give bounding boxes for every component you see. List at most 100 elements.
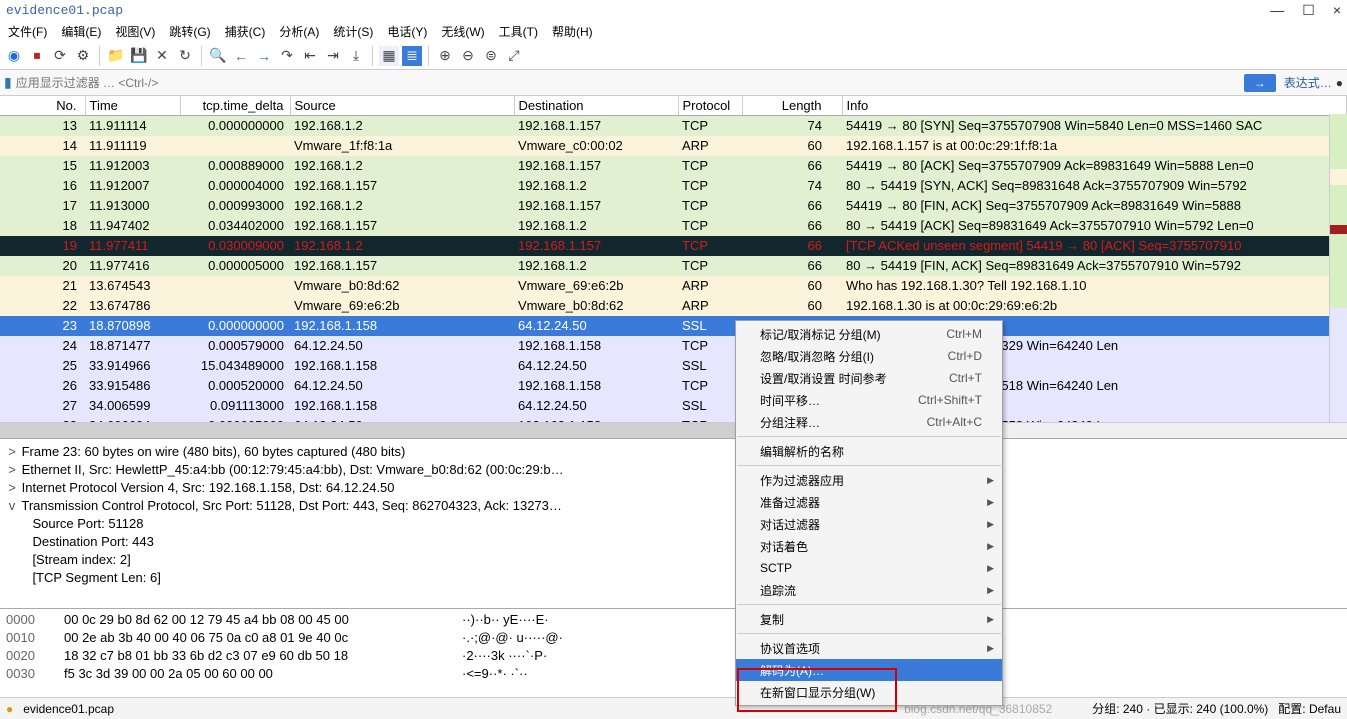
menu-item[interactable]: 帮助(H) — [548, 21, 597, 42]
packet-row[interactable]: 2834.0066040.00000500064.12.24.50192.168… — [0, 416, 1347, 423]
packet-row[interactable]: 1711.9130000.000993000192.168.1.2192.168… — [0, 196, 1347, 216]
status-bar: ● evidence01.pcap blog.csdn.net/qq_36810… — [0, 697, 1347, 719]
detail-line[interactable]: > Internet Protocol Version 4, Src: 192.… — [6, 479, 1341, 497]
go-forward-icon[interactable]: → — [254, 46, 274, 66]
context-menu-item[interactable]: 时间平移…Ctrl+Shift+T — [736, 389, 1002, 411]
context-menu-item[interactable]: 准备过滤器 — [736, 491, 1002, 513]
zoom-reset-icon[interactable]: ⊜ — [481, 46, 501, 66]
packet-row[interactable]: 2633.9154860.00052000064.12.24.50192.168… — [0, 376, 1347, 396]
packet-row[interactable]: 1411.911119Vmware_1f:f8:1aVmware_c0:00:0… — [0, 136, 1347, 156]
packet-details-pane[interactable]: > Frame 23: 60 bytes on wire (480 bits),… — [0, 438, 1347, 608]
auto-resize-icon[interactable]: ≣ — [402, 46, 422, 66]
menu-item[interactable]: 统计(S) — [329, 21, 377, 42]
zoom-out-icon[interactable]: ⊖ — [458, 46, 478, 66]
hex-row[interactable]: 001000 2e ab 3b 40 00 40 06 75 0a c0 a8 … — [6, 629, 1341, 647]
apply-filter-button[interactable]: → — [1244, 74, 1276, 92]
autoscroll-icon[interactable]: ⤓ — [346, 46, 366, 66]
packet-row[interactable]: 1611.9120070.000004000192.168.1.157192.1… — [0, 176, 1347, 196]
expression-button[interactable]: 表达式… — [1284, 74, 1332, 91]
go-back-icon[interactable]: ← — [231, 46, 251, 66]
detail-line[interactable]: [TCP Segment Len: 6] — [6, 569, 1341, 587]
context-menu-item[interactable]: 复制 — [736, 608, 1002, 630]
intelligent-scrollbar[interactable] — [1329, 114, 1347, 422]
save-file-icon[interactable]: 💾 — [129, 46, 149, 66]
column-header[interactable]: Time — [85, 96, 180, 116]
packet-row[interactable]: 2418.8714770.00057900064.12.24.50192.168… — [0, 336, 1347, 356]
zoom-in-icon[interactable]: ⊕ — [435, 46, 455, 66]
column-header[interactable]: Source — [290, 96, 514, 116]
column-header[interactable]: Length — [742, 96, 842, 116]
hex-row[interactable]: 000000 0c 29 b0 8d 62 00 12 79 45 a4 bb … — [6, 611, 1341, 629]
context-menu-item[interactable]: SCTP — [736, 557, 1002, 579]
detail-line[interactable]: > Frame 23: 60 bytes on wire (480 bits),… — [6, 443, 1341, 461]
profile-label[interactable]: 配置: Defau — [1278, 700, 1341, 717]
column-header[interactable]: Protocol — [678, 96, 742, 116]
hex-row[interactable]: 0030f5 3c 3d 39 00 00 2a 05 00 60 00 00·… — [6, 665, 1341, 683]
start-capture-icon[interactable]: ◉ — [4, 46, 24, 66]
column-header[interactable]: Destination — [514, 96, 678, 116]
goto-packet-icon[interactable]: ↷ — [277, 46, 297, 66]
menu-item[interactable]: 分析(A) — [275, 21, 323, 42]
hex-row[interactable]: 002018 32 c7 b8 01 bb 33 6b d2 c3 07 e9 … — [6, 647, 1341, 665]
detail-line[interactable]: Destination Port: 443 — [6, 533, 1341, 551]
context-menu-item[interactable]: 追踪流 — [736, 579, 1002, 601]
maximize-button[interactable]: ☐ — [1302, 2, 1315, 19]
packet-row[interactable]: 1811.9474020.034402000192.168.1.157192.1… — [0, 216, 1347, 236]
minimize-button[interactable]: — — [1270, 2, 1284, 19]
context-menu-item[interactable]: 对话着色 — [736, 535, 1002, 557]
resize-columns-icon[interactable]: ⤢ — [504, 46, 524, 66]
close-button[interactable]: × — [1333, 2, 1341, 19]
packet-row[interactable]: 2011.9774160.000005000192.168.1.157192.1… — [0, 256, 1347, 276]
horizontal-scrollbar[interactable] — [0, 422, 1347, 438]
column-header[interactable]: No. — [0, 96, 85, 116]
context-menu-item[interactable]: 协议首选项 — [736, 637, 1002, 659]
menu-item[interactable]: 文件(F) — [4, 21, 51, 42]
column-header[interactable]: tcp.time_delta — [180, 96, 290, 116]
context-menu-item[interactable]: 对话过滤器 — [736, 513, 1002, 535]
restart-capture-icon[interactable]: ⟳ — [50, 46, 70, 66]
menu-item[interactable]: 视图(V) — [111, 21, 159, 42]
close-file-icon[interactable]: ✕ — [152, 46, 172, 66]
context-menu-item[interactable]: 解码为(A)… — [736, 659, 1002, 681]
packet-row[interactable]: 2213.674786Vmware_69:e6:2bVmware_b0:8d:6… — [0, 296, 1347, 316]
capture-options-icon[interactable]: ⚙ — [73, 46, 93, 66]
colorize-icon[interactable]: ▦ — [379, 46, 399, 66]
packet-row[interactable]: 2533.91496615.043489000192.168.1.15864.1… — [0, 356, 1347, 376]
menu-item[interactable]: 捕获(C) — [221, 21, 270, 42]
go-last-icon[interactable]: ⇥ — [323, 46, 343, 66]
context-menu-item[interactable]: 编辑解析的名称 — [736, 440, 1002, 462]
menu-item[interactable]: 电话(Y) — [383, 21, 431, 42]
context-menu-item[interactable]: 分组注释…Ctrl+Alt+C — [736, 411, 1002, 433]
packet-row[interactable]: 2318.8708980.000000000192.168.1.15864.12… — [0, 316, 1347, 336]
packet-bytes-pane[interactable]: 000000 0c 29 b0 8d 62 00 12 79 45 a4 bb … — [0, 608, 1347, 698]
filter-history-button[interactable]: ● — [1336, 76, 1343, 90]
find-icon[interactable]: 🔍 — [208, 46, 228, 66]
context-menu-item[interactable]: 设置/取消设置 时间参考Ctrl+T — [736, 367, 1002, 389]
menu-item[interactable]: 跳转(G) — [165, 21, 214, 42]
context-menu-item[interactable]: 作为过滤器应用 — [736, 469, 1002, 491]
open-file-icon[interactable]: 📁 — [106, 46, 126, 66]
packet-row[interactable]: 2113.674543Vmware_b0:8d:62Vmware_69:e6:2… — [0, 276, 1347, 296]
detail-line[interactable]: v Transmission Control Protocol, Src Por… — [6, 497, 1341, 515]
menu-item[interactable]: 无线(W) — [437, 21, 488, 42]
display-filter-input[interactable] — [16, 76, 1244, 90]
context-menu-item[interactable]: 在新窗口显示分组(W) — [736, 681, 1002, 703]
stop-capture-icon[interactable]: ⏹ — [27, 46, 47, 66]
detail-line[interactable]: Source Port: 51128 — [6, 515, 1341, 533]
reload-icon[interactable]: ↻ — [175, 46, 195, 66]
menu-item[interactable]: 编辑(E) — [57, 21, 105, 42]
toolbar: ◉ ⏹ ⟳ ⚙ 📁 💾 ✕ ↻ 🔍 ← → ↷ ⇤ ⇥ ⤓ ▦ ≣ ⊕ ⊖ ⊜ … — [0, 42, 1347, 70]
packet-row[interactable]: 1311.9111140.000000000192.168.1.2192.168… — [0, 116, 1347, 136]
packet-row[interactable]: 1511.9120030.000889000192.168.1.2192.168… — [0, 156, 1347, 176]
column-header-row[interactable]: No.Timetcp.time_deltaSourceDestinationPr… — [0, 96, 1347, 116]
go-first-icon[interactable]: ⇤ — [300, 46, 320, 66]
packet-row[interactable]: 1911.9774110.030009000192.168.1.2192.168… — [0, 236, 1347, 256]
detail-line[interactable]: > Ethernet II, Src: HewlettP_45:a4:bb (0… — [6, 461, 1341, 479]
packet-row[interactable]: 2734.0065990.091113000192.168.1.15864.12… — [0, 396, 1347, 416]
context-menu-item[interactable]: 标记/取消标记 分组(M)Ctrl+M — [736, 323, 1002, 345]
column-header[interactable]: Info — [842, 96, 1347, 116]
detail-line[interactable]: [Stream index: 2] — [6, 551, 1341, 569]
context-menu-item[interactable]: 忽略/取消忽略 分组(I)Ctrl+D — [736, 345, 1002, 367]
menu-item[interactable]: 工具(T) — [495, 21, 542, 42]
bookmark-icon[interactable]: ▮ — [4, 74, 12, 91]
